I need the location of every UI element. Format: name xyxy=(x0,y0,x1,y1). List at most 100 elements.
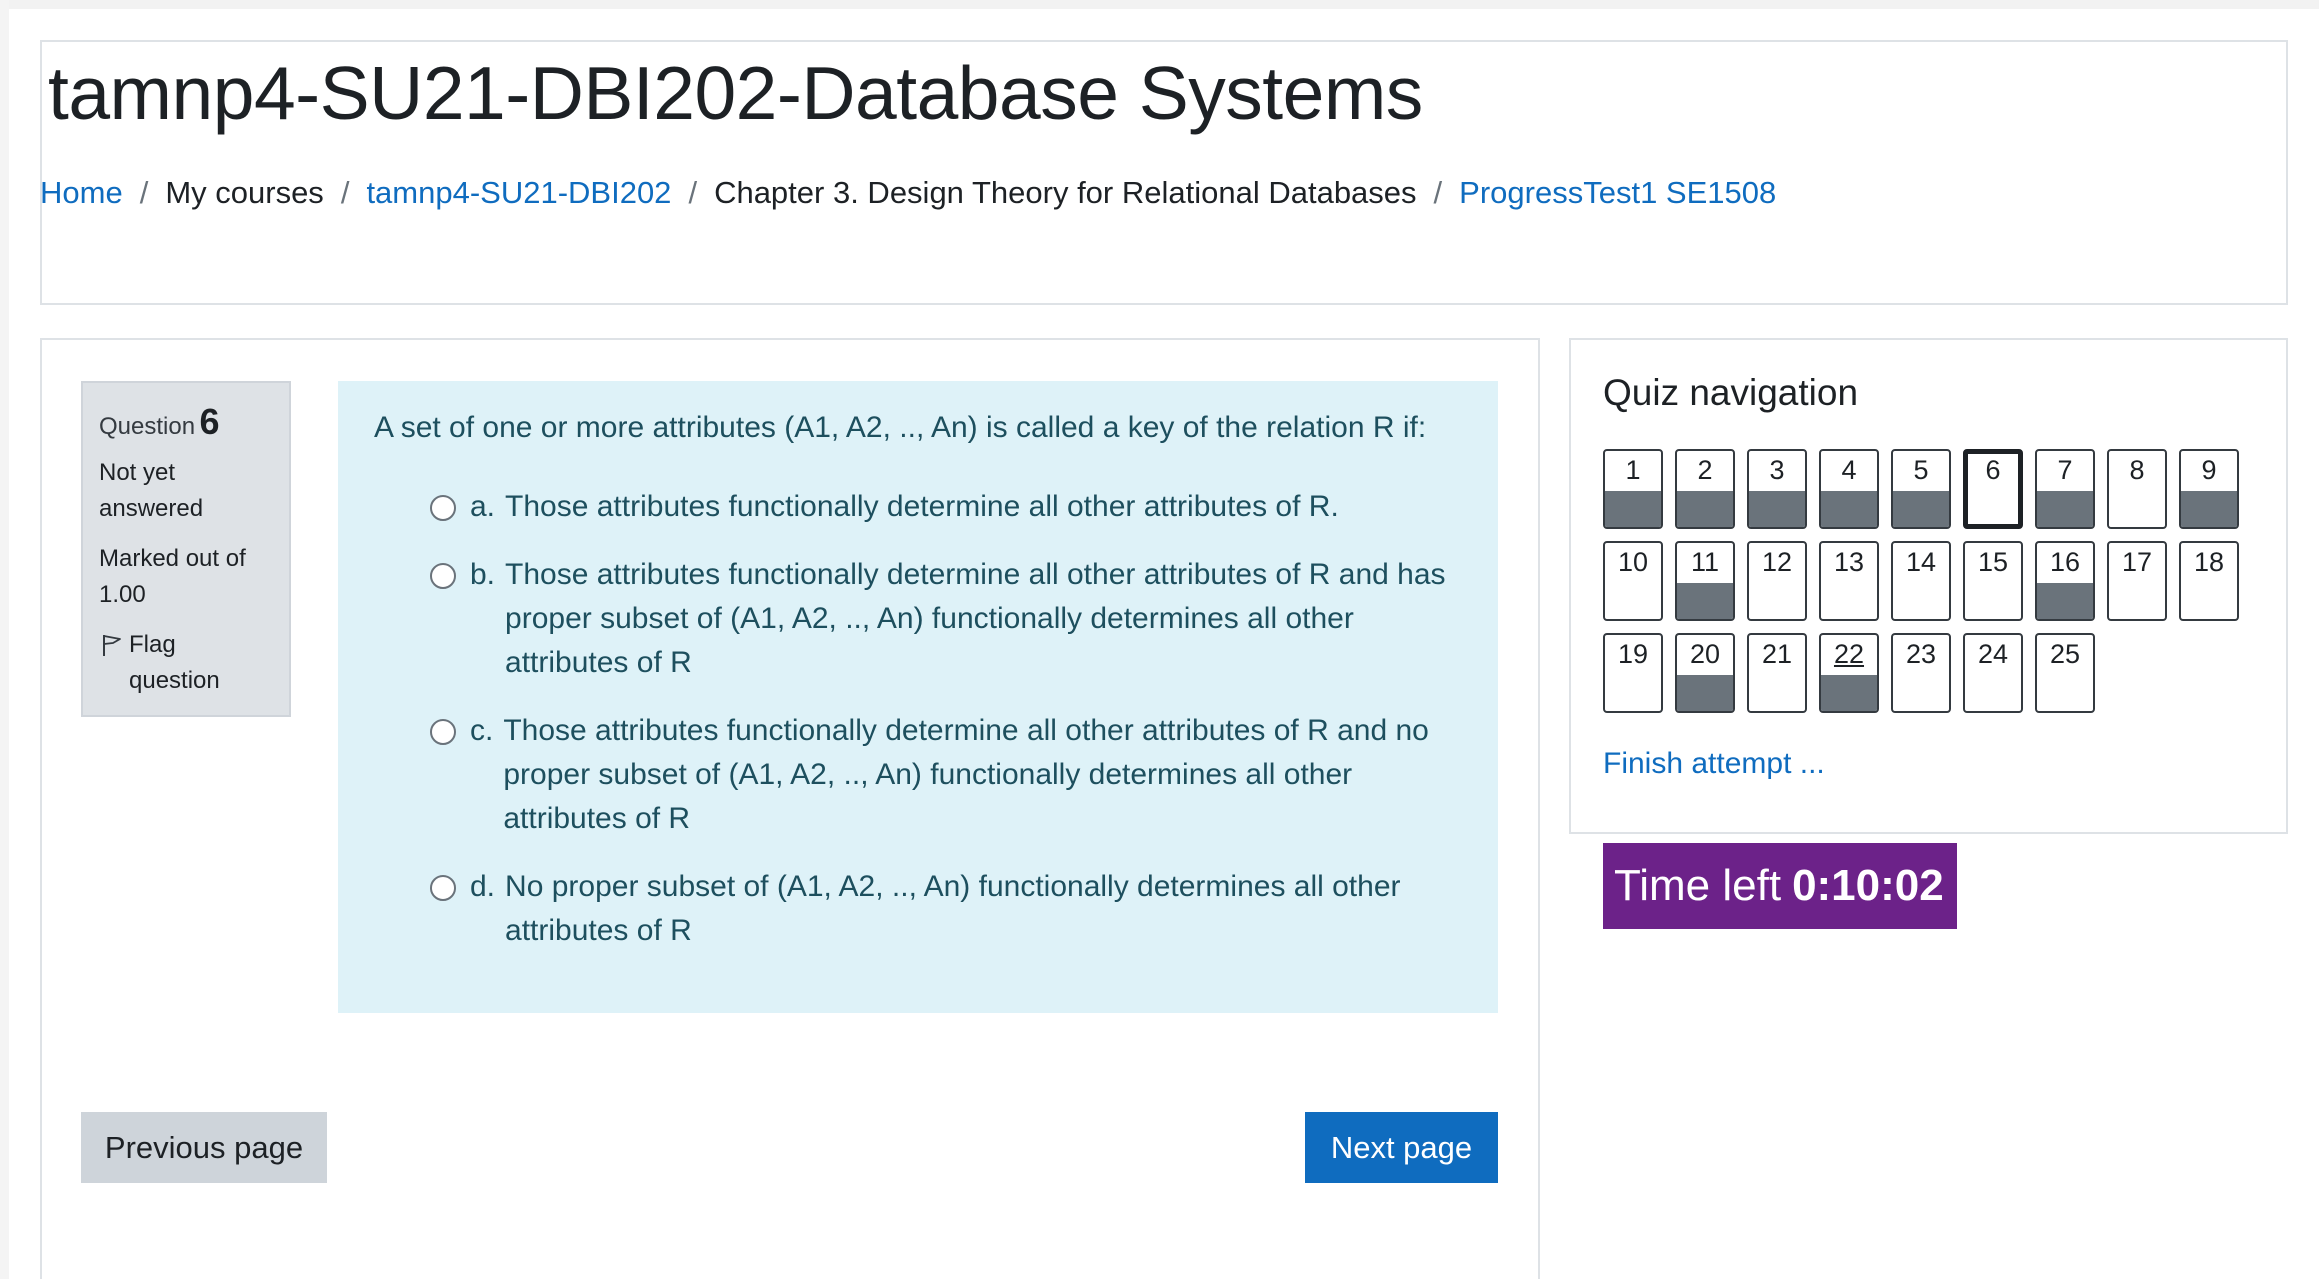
quiz-nav-number: 21 xyxy=(1749,639,1805,670)
quiz-nav-number-text: 7 xyxy=(2057,455,2073,485)
quiz-nav-number: 8 xyxy=(2109,455,2165,486)
quiz-nav-number: 18 xyxy=(2181,547,2237,578)
quiz-nav-button-16[interactable]: 16 xyxy=(2035,541,2095,621)
quiz-nav-button-6[interactable]: 6 xyxy=(1963,449,2023,529)
quiz-nav-number-text: 11 xyxy=(1690,547,1720,577)
quiz-nav-number: 11 xyxy=(1677,547,1733,578)
answer-option-a[interactable]: a. Those attributes functionally determi… xyxy=(374,485,1462,529)
breadcrumb-quiz[interactable]: ProgressTest1 SE1508 xyxy=(1459,175,1776,211)
next-page-button[interactable]: Next page xyxy=(1305,1112,1498,1183)
question-text: A set of one or more attributes (A1, A2,… xyxy=(374,411,1427,444)
answered-indicator xyxy=(1821,675,1877,711)
quiz-nav-button-7[interactable]: 7 xyxy=(2035,449,2095,529)
quiz-nav-number: 14 xyxy=(1893,547,1949,578)
quiz-nav-number-text: 12 xyxy=(1761,547,1793,577)
question-info-panel: Question 6 Not yet answered Marked out o… xyxy=(81,381,291,717)
top-strip xyxy=(0,0,2319,9)
page-title: tamnp4-SU21-DBI202-Database Systems xyxy=(48,51,1423,135)
question-number-line: Question 6 xyxy=(99,401,273,443)
quiz-nav-button-24[interactable]: 24 xyxy=(1963,633,2023,713)
radio-button[interactable] xyxy=(430,875,456,901)
quiz-nav-button-22[interactable]: 22 xyxy=(1819,633,1879,713)
quiz-nav-number: 24 xyxy=(1965,639,2021,670)
breadcrumb-home[interactable]: Home xyxy=(40,175,123,211)
quiz-nav-button-11[interactable]: 11 xyxy=(1675,541,1735,621)
quiz-nav-number-text: 2 xyxy=(1697,455,1713,485)
answer-text: Those attributes functionally determine … xyxy=(503,714,1429,835)
quiz-nav-button-3[interactable]: 3 xyxy=(1747,449,1807,529)
quiz-nav-button-10[interactable]: 10 xyxy=(1603,541,1663,621)
previous-page-button[interactable]: Previous page xyxy=(81,1112,327,1183)
quiz-nav-button-23[interactable]: 23 xyxy=(1891,633,1951,713)
breadcrumb-separator: / xyxy=(139,175,149,210)
answered-indicator xyxy=(1677,491,1733,527)
flag-icon xyxy=(103,635,121,656)
quiz-nav-button-25[interactable]: 25 xyxy=(2035,633,2095,713)
answered-indicator xyxy=(1893,491,1949,527)
quiz-nav-button-18[interactable]: 18 xyxy=(2179,541,2239,621)
quiz-nav-button-21[interactable]: 21 xyxy=(1747,633,1807,713)
quiz-nav-number: 20 xyxy=(1677,639,1733,670)
quiz-nav-number-text: 4 xyxy=(1841,455,1857,485)
question-grade: Marked out of 1.00 xyxy=(99,545,246,608)
quiz-nav-button-15[interactable]: 15 xyxy=(1963,541,2023,621)
quiz-nav-number: 10 xyxy=(1605,547,1661,578)
radio-button[interactable] xyxy=(430,495,456,521)
quiz-nav-button-14[interactable]: 14 xyxy=(1891,541,1951,621)
quiz-nav-button-9[interactable]: 9 xyxy=(2179,449,2239,529)
answer-letter: a. xyxy=(470,490,496,523)
quiz-nav-number: 23 xyxy=(1893,639,1949,670)
finish-attempt-link[interactable]: Finish attempt ... xyxy=(1603,747,1825,781)
quiz-nav-number-text: 19 xyxy=(1617,639,1649,669)
quiz-nav-button-17[interactable]: 17 xyxy=(2107,541,2167,621)
quiz-nav-number-text: 13 xyxy=(1833,547,1865,577)
quiz-nav-number: 12 xyxy=(1749,547,1805,578)
quiz-nav-number-text: 14 xyxy=(1905,547,1937,577)
breadcrumb-course[interactable]: tamnp4-SU21-DBI202 xyxy=(366,175,671,211)
quiz-nav-number: 22 xyxy=(1821,639,1877,670)
quiz-nav-button-13[interactable]: 13 xyxy=(1819,541,1879,621)
quiz-nav-button-20[interactable]: 20 xyxy=(1675,633,1735,713)
quiz-nav-number: 25 xyxy=(2037,639,2093,670)
quiz-nav-button-5[interactable]: 5 xyxy=(1891,449,1951,529)
answer-text: Those attributes functionally determine … xyxy=(505,490,1339,523)
left-strip xyxy=(0,0,9,1279)
quiz-nav-number-text: 16 xyxy=(2049,547,2081,577)
quiz-nav-number-text: 8 xyxy=(2129,455,2145,485)
breadcrumb: Home / My courses / tamnp4-SU21-DBI202 /… xyxy=(40,175,1776,211)
quiz-nav-number-text: 10 xyxy=(1617,547,1649,577)
radio-button[interactable] xyxy=(430,563,456,589)
quiz-nav-button-1[interactable]: 1 xyxy=(1603,449,1663,529)
breadcrumb-separator: / xyxy=(1433,175,1443,210)
question-label: Question xyxy=(99,413,196,440)
quiz-nav-number: 7 xyxy=(2037,455,2093,486)
quiz-nav-number-text: 6 xyxy=(1985,455,2001,485)
radio-button[interactable] xyxy=(430,719,456,745)
answer-option-c[interactable]: c. Those attributes functionally determi… xyxy=(374,709,1462,841)
flag-question-link[interactable]: Flag question xyxy=(99,627,273,699)
quiz-nav-number: 5 xyxy=(1893,455,1949,486)
answer-option-d[interactable]: d. No proper subset of (A1, A2, .., An) … xyxy=(374,865,1462,953)
quiz-nav-number: 13 xyxy=(1821,547,1877,578)
quiz-nav-number: 19 xyxy=(1605,639,1661,670)
answered-indicator xyxy=(2037,491,2093,527)
breadcrumb-separator: / xyxy=(688,175,698,210)
quiz-nav-number-text: 18 xyxy=(2193,547,2225,577)
quiz-nav-button-12[interactable]: 12 xyxy=(1747,541,1807,621)
breadcrumb-chapter: Chapter 3. Design Theory for Relational … xyxy=(714,175,1417,210)
quiz-nav-button-2[interactable]: 2 xyxy=(1675,449,1735,529)
quiz-nav-button-4[interactable]: 4 xyxy=(1819,449,1879,529)
quiz-nav-number-text: 24 xyxy=(1977,639,2009,669)
answered-indicator xyxy=(2181,491,2237,527)
answer-text: No proper subset of (A1, A2, .., An) fun… xyxy=(505,870,1401,947)
answered-indicator xyxy=(2037,583,2093,619)
quiz-nav-number: 1 xyxy=(1605,455,1661,486)
quiz-nav-number: 17 xyxy=(2109,547,2165,578)
quiz-nav-number: 4 xyxy=(1821,455,1877,486)
quiz-nav-number-text: 9 xyxy=(2201,455,2217,485)
quiz-nav-button-8[interactable]: 8 xyxy=(2107,449,2167,529)
answer-option-b[interactable]: b. Those attributes functionally determi… xyxy=(374,553,1462,685)
answer-letter: c. xyxy=(470,714,494,747)
quiz-nav-button-19[interactable]: 19 xyxy=(1603,633,1663,713)
answer-text: Those attributes functionally determine … xyxy=(505,558,1446,679)
